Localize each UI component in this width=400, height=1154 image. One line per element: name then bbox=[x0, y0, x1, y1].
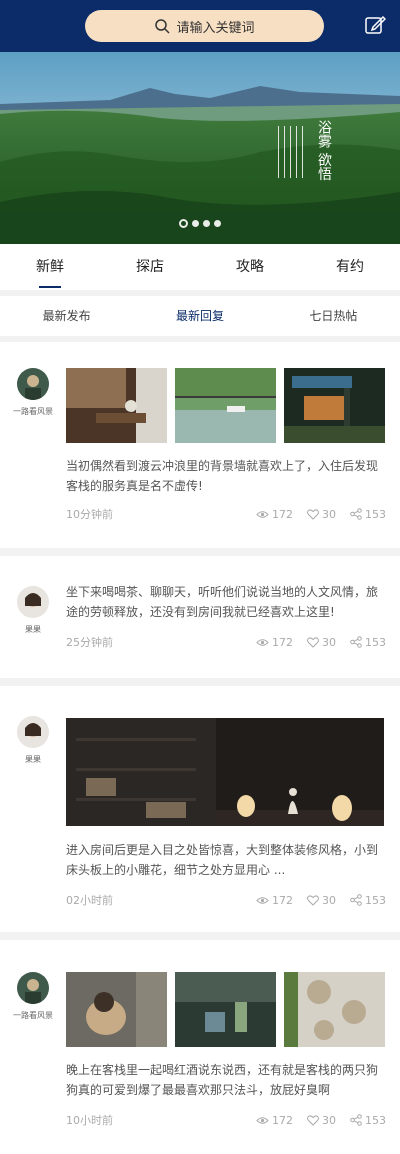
eye-icon bbox=[256, 510, 269, 518]
banner-calligraphy: 浴雾 欲悟 bbox=[316, 120, 332, 181]
share-button[interactable]: 153 bbox=[350, 894, 386, 907]
post-text: 坐下来喝喝茶、聊聊天，听听他们说说当地的人文风情，旅途的劳顿释放，还没有到房间我… bbox=[66, 585, 379, 619]
post-meta: 25分钟前 172 30 153 bbox=[66, 634, 386, 650]
post-time: 10小时前 bbox=[66, 1114, 113, 1127]
share-button[interactable]: 153 bbox=[350, 1114, 386, 1127]
post-author[interactable]: 果果 bbox=[8, 586, 58, 635]
post-text: 当初偶然看到渡云冲浪里的背景墙就喜欢上了，入住后发现客栈的服务真是名不虚传! bbox=[66, 459, 379, 493]
sort-tabs: 最新发布 最新回复 七日热帖 bbox=[0, 296, 400, 336]
carousel-dot[interactable] bbox=[203, 220, 210, 227]
post-author[interactable]: 果果 bbox=[8, 716, 58, 765]
eye-icon bbox=[256, 896, 269, 904]
post-card[interactable]: 一路看风景 当初偶然看到渡云冲浪里的背景墙就喜欢上了，入住后发现客栈的服务真是名… bbox=[0, 342, 400, 548]
carousel-indicators[interactable] bbox=[0, 219, 400, 228]
post-image[interactable] bbox=[66, 718, 384, 826]
avatar[interactable] bbox=[17, 586, 49, 618]
carousel-dot[interactable] bbox=[192, 220, 199, 227]
share-icon bbox=[350, 636, 362, 648]
avatar[interactable] bbox=[17, 368, 49, 400]
category-tabs: 新鲜 探店 攻略 有约 bbox=[0, 244, 400, 290]
post-card[interactable]: 果果 进入房间后更是入目之处皆惊喜，大到整体装修风格，小到床头板上的小雕花，细节… bbox=[0, 686, 400, 932]
like-button[interactable]: 30 bbox=[307, 508, 336, 521]
avatar[interactable] bbox=[17, 716, 49, 748]
tab-tandian[interactable]: 探店 bbox=[100, 244, 200, 290]
avatar[interactable] bbox=[17, 972, 49, 1004]
tab-xinxian[interactable]: 新鲜 bbox=[0, 244, 100, 290]
sort-latest-posted[interactable]: 最新发布 bbox=[0, 296, 133, 336]
post-author[interactable]: 一路看风景 bbox=[8, 368, 58, 417]
top-bar: 请输入关键词 bbox=[0, 0, 400, 52]
post-time: 10分钟前 bbox=[66, 508, 113, 521]
post-image[interactable] bbox=[284, 972, 385, 1047]
post-image[interactable] bbox=[175, 972, 276, 1047]
like-button[interactable]: 30 bbox=[307, 636, 336, 649]
banner-carousel[interactable]: 浴雾 欲悟 bbox=[0, 52, 400, 244]
banner-image bbox=[0, 52, 400, 244]
post-meta: 10分钟前 172 30 153 bbox=[66, 506, 386, 522]
view-count: 172 bbox=[256, 1114, 293, 1127]
edit-icon[interactable] bbox=[364, 14, 386, 36]
post-text: 进入房间后更是入目之处皆惊喜，大到整体装修风格，小到床头板上的小雕花，细节之处方… bbox=[66, 843, 379, 877]
post-card[interactable]: 果果 坐下来喝喝茶、聊聊天，听听他们说说当地的人文风情，旅途的劳顿释放，还没有到… bbox=[0, 556, 400, 678]
view-count: 172 bbox=[256, 636, 293, 649]
post-image[interactable] bbox=[175, 368, 276, 443]
eye-icon bbox=[256, 638, 269, 646]
share-icon bbox=[350, 508, 362, 520]
post-image[interactable] bbox=[66, 972, 167, 1047]
carousel-dot[interactable] bbox=[214, 220, 221, 227]
tab-gonglue[interactable]: 攻略 bbox=[200, 244, 300, 290]
share-icon bbox=[350, 1114, 362, 1126]
like-button[interactable]: 30 bbox=[307, 1114, 336, 1127]
tab-youyue[interactable]: 有约 bbox=[300, 244, 400, 290]
sort-seven-day-hot[interactable]: 七日热帖 bbox=[267, 296, 400, 336]
post-meta: 02小时前 172 30 153 bbox=[66, 892, 386, 908]
sort-latest-reply[interactable]: 最新回复 bbox=[133, 296, 266, 336]
heart-icon bbox=[307, 508, 319, 520]
post-time: 02小时前 bbox=[66, 894, 113, 907]
share-button[interactable]: 153 bbox=[350, 508, 386, 521]
post-image[interactable] bbox=[284, 368, 385, 443]
view-count: 172 bbox=[256, 508, 293, 521]
view-count: 172 bbox=[256, 894, 293, 907]
post-images bbox=[66, 972, 385, 1047]
post-images bbox=[66, 368, 385, 443]
post-image[interactable] bbox=[66, 368, 167, 443]
post-card[interactable]: 一路看风景 晚上在客栈里一起喝红酒说东说西，还有就是客栈的两只狗狗真的可爱到爆了… bbox=[0, 940, 400, 1154]
username: 果果 bbox=[25, 755, 41, 764]
like-button[interactable]: 30 bbox=[307, 894, 336, 907]
eye-icon bbox=[256, 1116, 269, 1124]
carousel-dot[interactable] bbox=[179, 219, 188, 228]
post-author[interactable]: 一路看风景 bbox=[8, 972, 58, 1021]
username: 果果 bbox=[25, 625, 41, 634]
post-meta: 10小时前 172 30 153 bbox=[66, 1112, 386, 1128]
search-placeholder: 请输入关键词 bbox=[176, 20, 255, 36]
post-time: 25分钟前 bbox=[66, 636, 113, 649]
heart-icon bbox=[307, 636, 319, 648]
share-icon bbox=[350, 894, 362, 906]
share-button[interactable]: 153 bbox=[350, 636, 386, 649]
heart-icon bbox=[307, 894, 319, 906]
username: 一路看风景 bbox=[13, 1011, 53, 1020]
search-bar[interactable]: 请输入关键词 bbox=[85, 10, 324, 42]
post-text: 晚上在客栈里一起喝红酒说东说西，还有就是客栈的两只狗狗真的可爱到爆了最最喜欢那只… bbox=[66, 1063, 379, 1097]
search-icon bbox=[155, 19, 171, 34]
heart-icon bbox=[307, 1114, 319, 1126]
username: 一路看风景 bbox=[13, 407, 53, 416]
